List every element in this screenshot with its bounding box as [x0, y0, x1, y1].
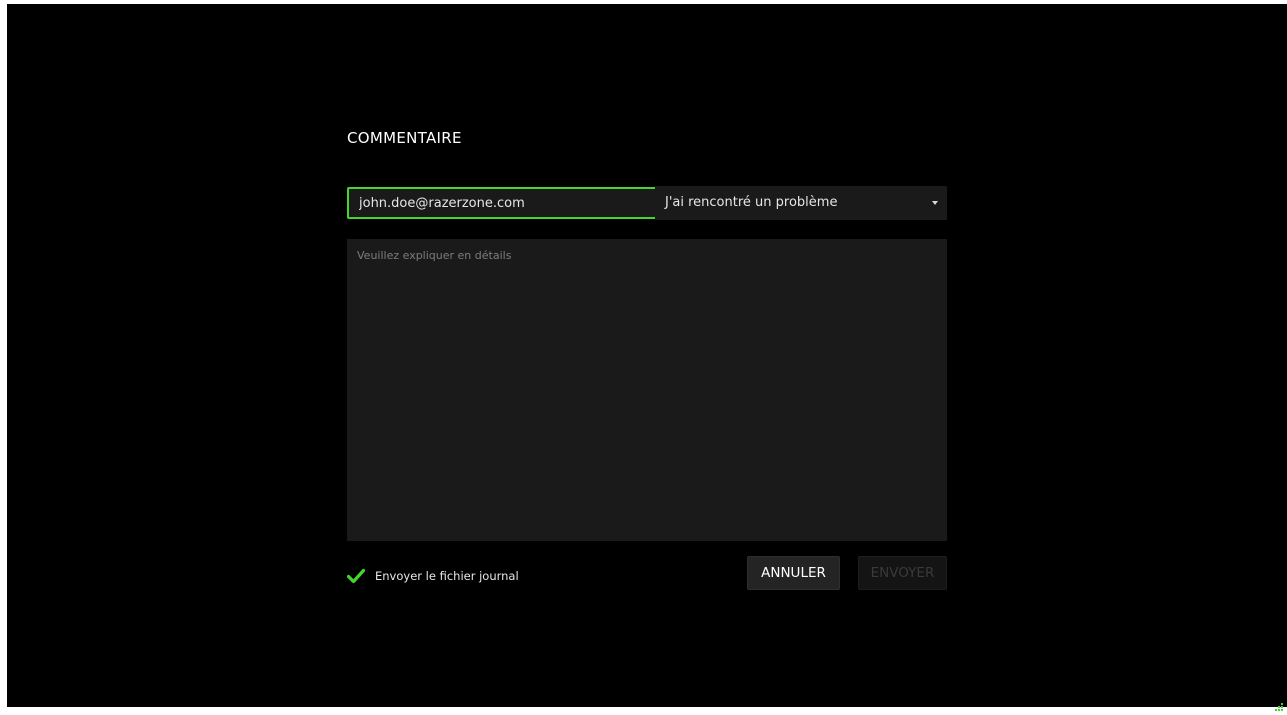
- send-log-checkbox[interactable]: Envoyer le fichier journal: [346, 567, 519, 585]
- details-textarea[interactable]: [347, 239, 947, 541]
- resize-grip-icon[interactable]: [1275, 696, 1283, 711]
- email-field[interactable]: [347, 187, 657, 219]
- dialog-title: COMMENTAIRE: [347, 129, 462, 147]
- send-button[interactable]: ENVOYER: [858, 556, 947, 590]
- cancel-button[interactable]: ANNULER: [747, 556, 840, 590]
- check-icon: [346, 567, 366, 585]
- feedback-window: COMMENTAIRE J'ai rencontré un problème E…: [7, 4, 1287, 711]
- category-dropdown-value: J'ai rencontré un problème: [665, 195, 838, 210]
- caret-down-icon: [932, 201, 938, 205]
- send-log-label: Envoyer le fichier journal: [375, 569, 519, 583]
- category-dropdown[interactable]: J'ai rencontré un problème: [655, 186, 947, 220]
